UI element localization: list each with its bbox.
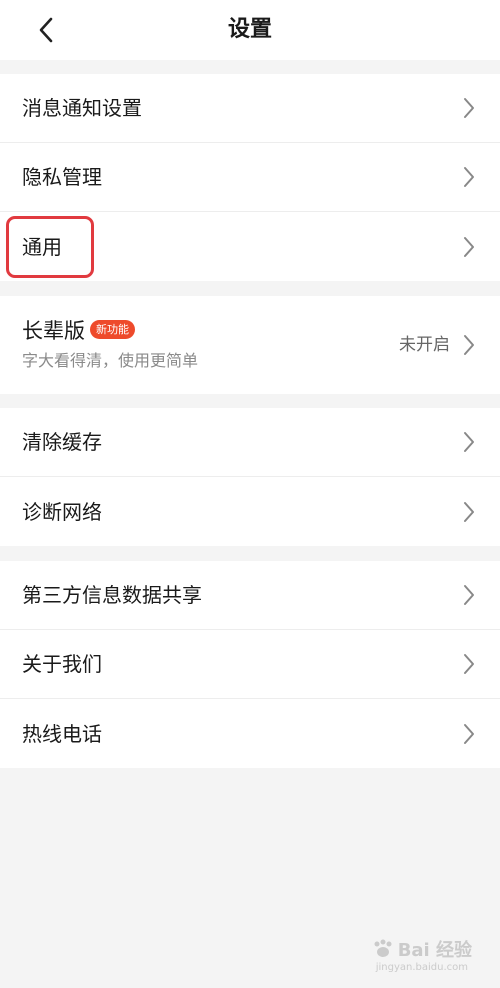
highlight-annotation (6, 216, 94, 278)
paw-icon (374, 939, 392, 957)
settings-group-elder: 长辈版 新功能 字大看得清，使用更简单 未开启 (0, 296, 500, 394)
row-diagnose-network[interactable]: 诊断网络 (0, 477, 500, 546)
row-label: 清除缓存 (22, 430, 102, 454)
row-about-us[interactable]: 关于我们 (0, 630, 500, 699)
row-label: 诊断网络 (22, 499, 102, 524)
chevron-right-icon (464, 236, 474, 257)
chevron-right-icon (464, 723, 474, 744)
chevron-right-icon (464, 167, 474, 187)
row-notification-settings[interactable]: 消息通知设置 (0, 74, 500, 143)
row-elder-mode[interactable]: 长辈版 新功能 字大看得清，使用更简单 未开启 (0, 296, 500, 394)
chevron-right-icon (464, 501, 474, 522)
chevron-right-icon (464, 335, 474, 355)
row-label: 关于我们 (22, 652, 102, 676)
row-privacy-management[interactable]: 隐私管理 (0, 143, 500, 212)
settings-group-tools: 清除缓存 诊断网络 (0, 408, 500, 546)
chevron-right-icon (464, 654, 474, 674)
top-bar: 设置 (0, 0, 500, 60)
elder-mode-title: 长辈版 (22, 319, 85, 343)
row-label: 隐私管理 (22, 165, 102, 189)
row-clear-cache[interactable]: 清除缓存 (0, 408, 500, 477)
row-label: 第三方信息数据共享 (22, 583, 202, 607)
watermark-url: jingyan.baidu.com (375, 962, 468, 973)
chevron-right-icon (464, 432, 474, 452)
row-hotline[interactable]: 热线电话 (0, 699, 500, 768)
chevron-right-icon (464, 98, 474, 118)
row-label: 热线电话 (22, 721, 102, 746)
watermark-text: Bai 经验 (397, 940, 472, 961)
watermark: Bai 经验 (372, 936, 472, 962)
page-title: 设置 (227, 17, 272, 42)
elder-mode-status: 未开启 (399, 335, 450, 355)
row-label: 消息通知设置 (22, 96, 142, 120)
settings-group-about: 第三方信息数据共享 关于我们 热线电话 (0, 561, 500, 768)
row-third-party-data-sharing[interactable]: 第三方信息数据共享 (0, 561, 500, 630)
chevron-right-icon (464, 585, 474, 605)
new-feature-badge: 新功能 (90, 320, 135, 339)
elder-mode-subtitle: 字大看得清，使用更简单 (22, 351, 199, 370)
